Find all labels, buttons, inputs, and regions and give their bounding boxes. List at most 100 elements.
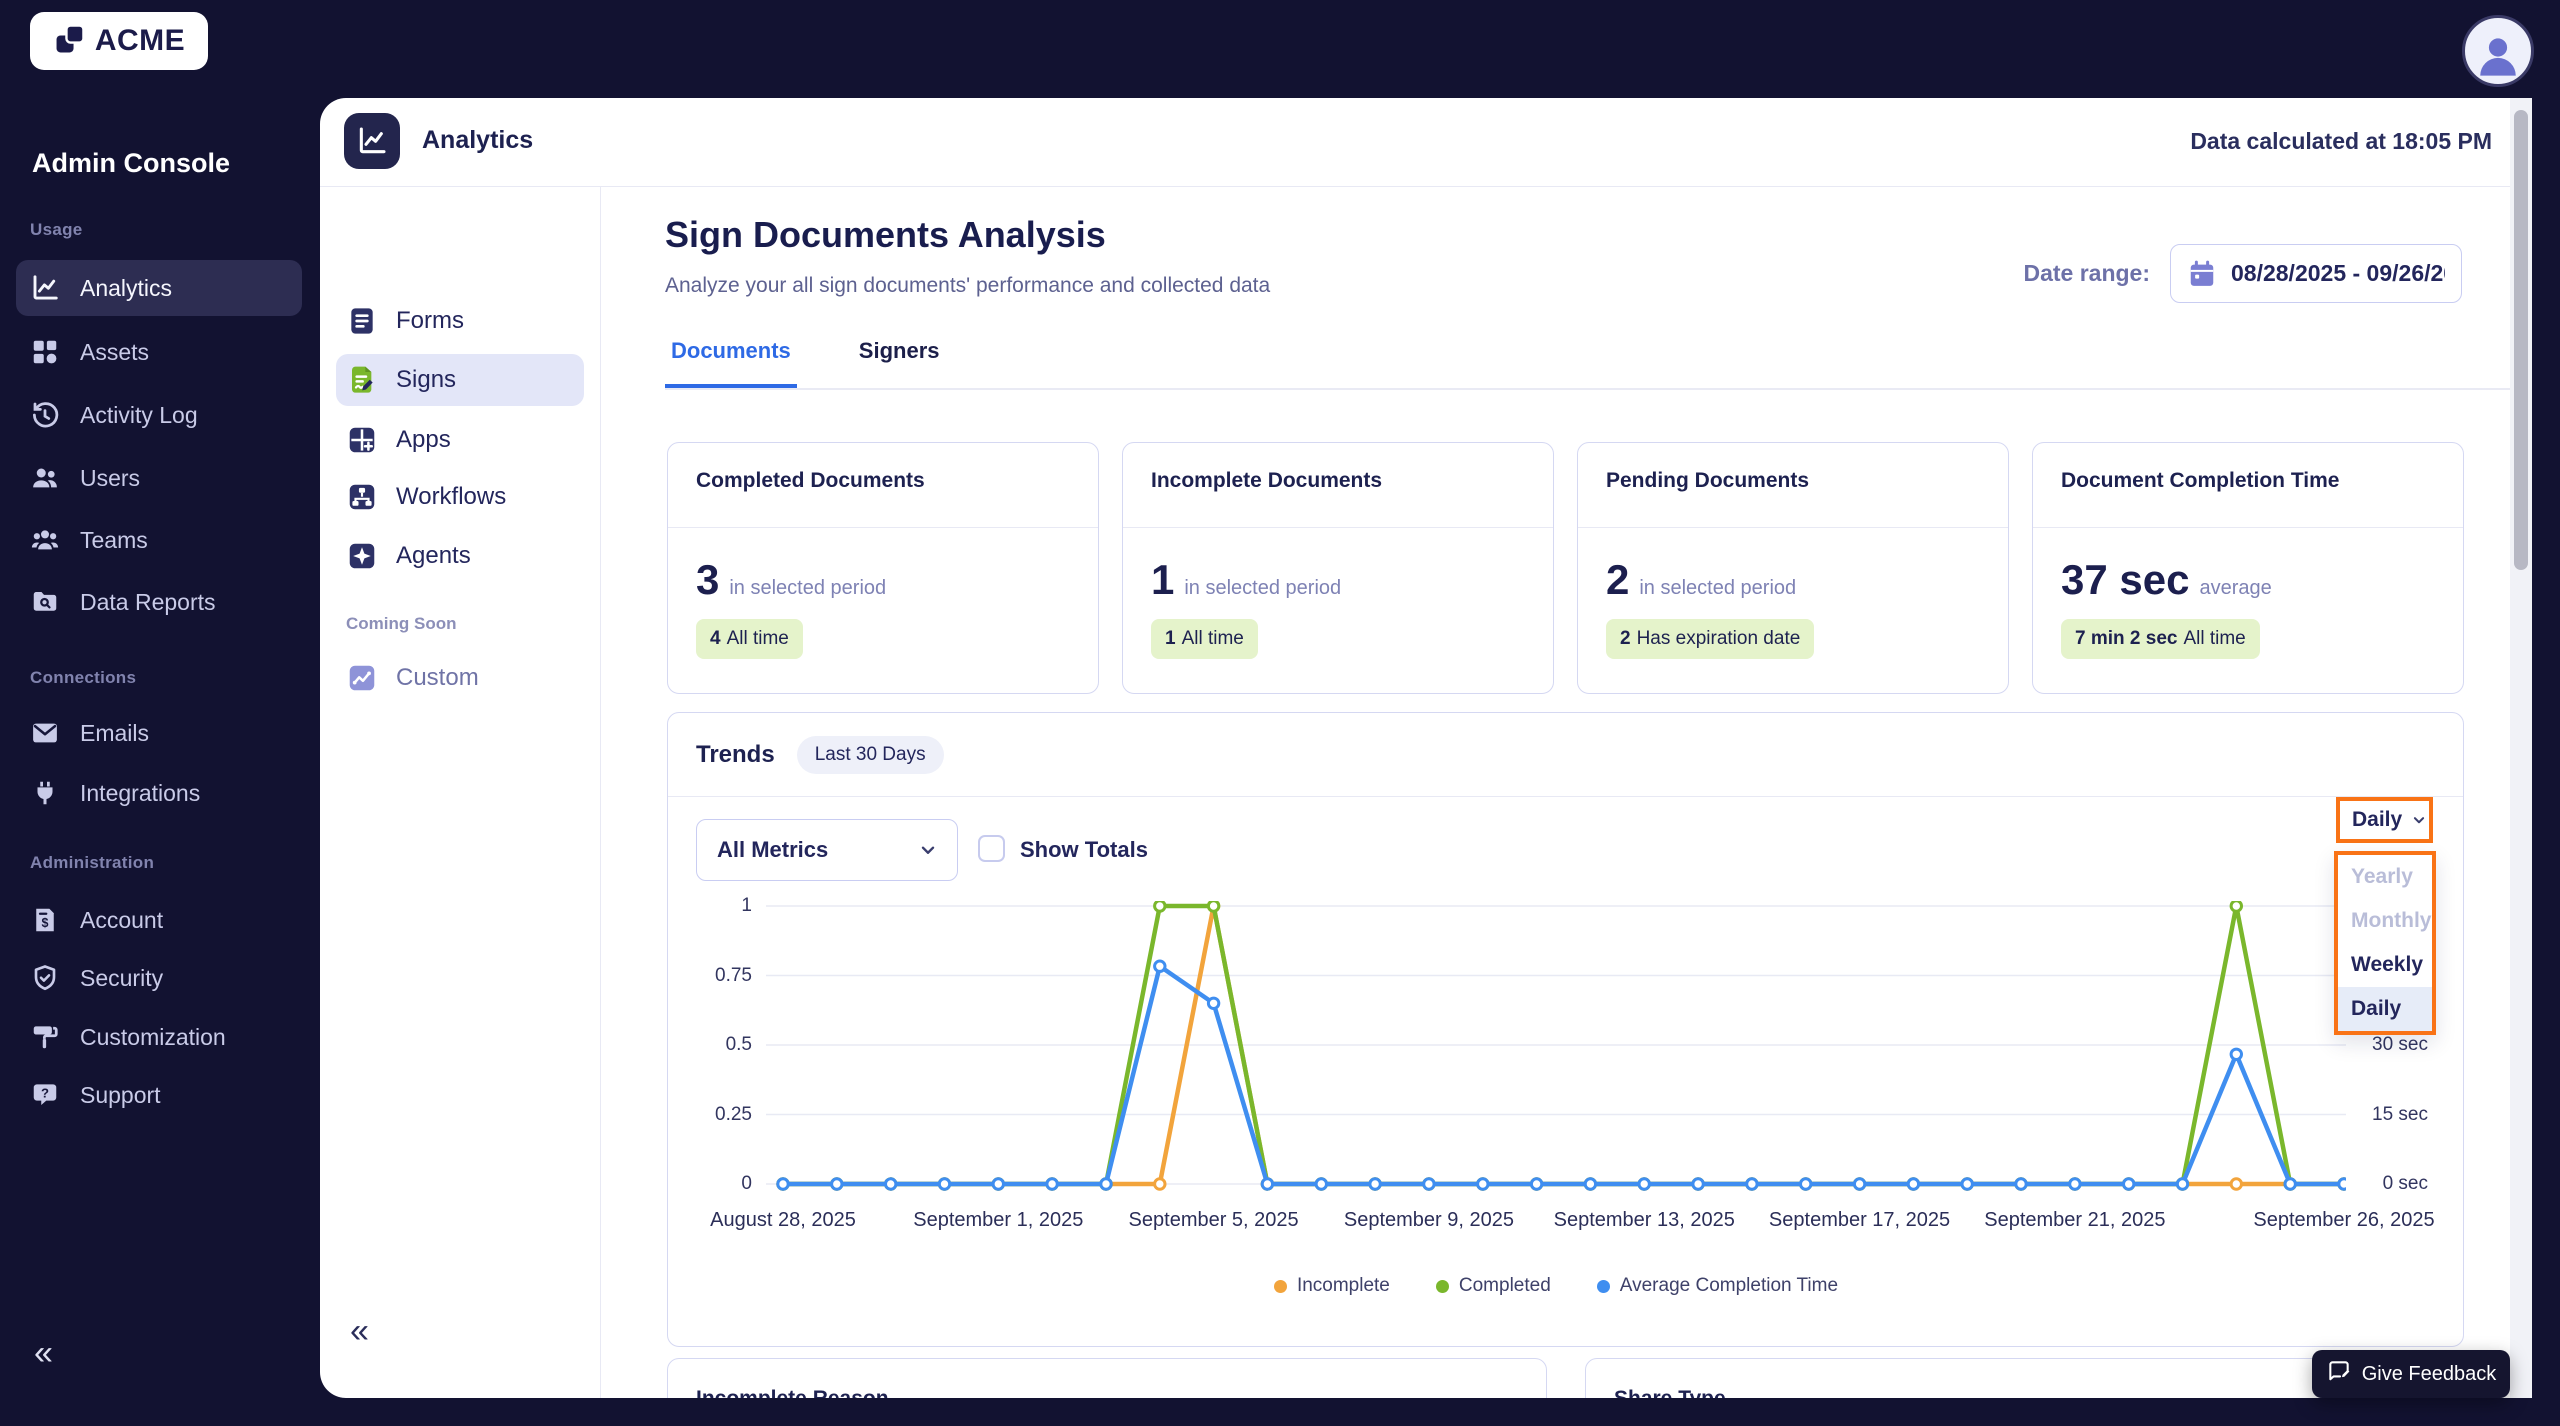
chart-plot-area [766,901,2346,1201]
trends-header: Trends Last 30 Days [696,733,944,777]
interval-select-value: Daily [2352,808,2402,832]
sidebar-item-assets[interactable]: Assets [16,324,302,380]
stat-card-title: Incomplete Documents [1151,469,1382,493]
interval-dropdown-menu: YearlyMonthlyWeeklyDaily [2334,851,2436,1035]
subnav-item-label: Signs [396,366,456,394]
y-axis-tick-left: 0 [682,1173,752,1195]
subnav-item-signs[interactable]: Signs [336,354,584,406]
x-axis-tick: September 21, 2025 [1960,1209,2190,1232]
legend-dot [1274,1280,1287,1293]
stat-card-badge: 4All time [696,619,803,659]
subnav-collapse-button[interactable]: « [350,1314,369,1348]
page-title: Sign Documents Analysis [665,214,1106,256]
sidebar-item-label: Data Reports [80,589,216,616]
sidebar-item-data-reports[interactable]: Data Reports [16,574,302,630]
sidebar-collapse-button[interactable]: « [34,1336,53,1370]
page-subtitle: Analyze your all sign documents' perform… [665,274,1270,298]
stat-card-caption: average [2199,577,2271,600]
tab-documents[interactable]: Documents [665,326,797,388]
trends-title: Trends [696,741,775,769]
users-icon [30,463,60,493]
sidebar: Usage Analytics Assets Activity Log Users Tea… [0,0,320,1426]
envelope-icon [30,718,60,748]
data-calculated-text: Data calculated at 18:05 PM [2190,128,2492,155]
stat-card-caption: in selected period [1184,577,1341,600]
stat-card-value-row: 3in selected period [696,559,886,601]
sidebar-item-support[interactable]: ?Support [16,1067,302,1123]
give-feedback-button[interactable]: Give Feedback [2312,1350,2510,1398]
date-range-label: Date range: [1920,260,2150,287]
legend-label: Completed [1459,1275,1551,1297]
sidebar-item-account[interactable]: $ Account [16,892,302,948]
legend-dot [1436,1280,1449,1293]
stat-card-value-row: 1in selected period [1151,559,1341,601]
stat-card-value-row: 37 secaverage [2061,559,2272,601]
signs-icon [346,364,378,396]
stat-card-value: 3 [696,559,719,601]
subnav-item-label: Forms [396,307,464,335]
y-axis-tick-left: 0.75 [682,965,752,987]
subnav-item-apps[interactable]: Apps [336,414,584,466]
subnav-item-workflows[interactable]: Workflows [336,471,584,523]
y-axis-tick-left: 1 [682,895,752,917]
scrollbar-thumb[interactable] [2514,110,2528,570]
badge-strong: 4 [710,628,721,649]
y-axis-tick-right: 15 sec [2356,1104,2428,1126]
workflows-icon [346,481,378,513]
x-axis-tick: September 13, 2025 [1529,1209,1759,1232]
sidebar-item-analytics[interactable]: Analytics [16,260,302,316]
history-clock-icon [30,400,60,430]
interval-option-weekly[interactable]: Weekly [2338,943,2432,987]
svg-text:?: ? [41,1085,49,1100]
subnav-item-label: Apps [396,426,451,454]
show-totals-label: Show Totals [1020,837,1148,863]
tab-signers[interactable]: Signers [853,326,946,388]
date-range-input[interactable]: 08/28/2025 - 09/26/2025 [2170,244,2462,303]
legend-label: Incomplete [1297,1275,1390,1297]
divider [668,796,2463,797]
x-axis-tick: September 5, 2025 [1099,1209,1329,1232]
sidebar-item-teams[interactable]: Teams [16,512,302,568]
coming-soon-label: Coming Soon [346,614,456,634]
show-totals-checkbox[interactable] [978,835,1005,862]
apps-icon [346,424,378,456]
subnav: Forms Signs Apps Workflows Agents Coming Soon… [320,186,601,1398]
interval-option-monthly[interactable]: Monthly [2338,899,2432,943]
subnav-item-agents[interactable]: Agents [336,530,584,582]
x-axis-tick: September 1, 2025 [883,1209,1113,1232]
sidebar-item-activity-log[interactable]: Activity Log [16,387,302,443]
sidebar-item-label: Emails [80,720,149,747]
legend-item-incomplete: Incomplete [1274,1275,1390,1297]
stat-card: Incomplete Documents1in selected period1… [1122,442,1554,694]
badge-strong: 1 [1165,628,1176,649]
sidebar-item-security[interactable]: Security [16,950,302,1006]
subnav-item-forms[interactable]: Forms [336,295,584,347]
interval-select[interactable]: Daily [2336,797,2433,843]
sidebar-item-integrations[interactable]: Integrations [16,765,302,821]
trends-period-badge: Last 30 Days [797,736,944,774]
x-axis-tick: September 17, 2025 [1745,1209,1975,1232]
sidebar-item-customization[interactable]: Customization [16,1009,302,1065]
chevron-down-icon [2410,811,2428,829]
sidebar-item-label: Integrations [80,780,200,807]
receipt-dollar-icon: $ [30,905,60,935]
panel-title: Analytics [422,126,533,155]
metrics-select[interactable]: All Metrics [696,819,958,881]
y-axis-tick-right: 0 sec [2356,1173,2428,1195]
avatar[interactable] [2462,15,2534,87]
paint-roller-icon [30,1022,60,1052]
subnav-item-custom[interactable]: Custom [336,652,584,704]
sidebar-item-emails[interactable]: Emails [16,705,302,761]
bottom-card-title: Incomplete Reason [696,1387,889,1398]
sidebar-section-label: Usage [30,220,83,240]
stat-card-value: 2 [1606,559,1629,601]
custom-icon [346,662,378,694]
interval-option-daily[interactable]: Daily [2338,987,2432,1031]
feedback-icon [2326,1358,2352,1390]
sidebar-item-users[interactable]: Users [16,450,302,506]
metrics-select-value: All Metrics [717,837,828,863]
sidebar-item-label: Account [80,907,163,934]
stat-card: Completed Documents3in selected period4A… [667,442,1099,694]
interval-option-yearly[interactable]: Yearly [2338,855,2432,899]
trends-chart [766,901,2346,1201]
